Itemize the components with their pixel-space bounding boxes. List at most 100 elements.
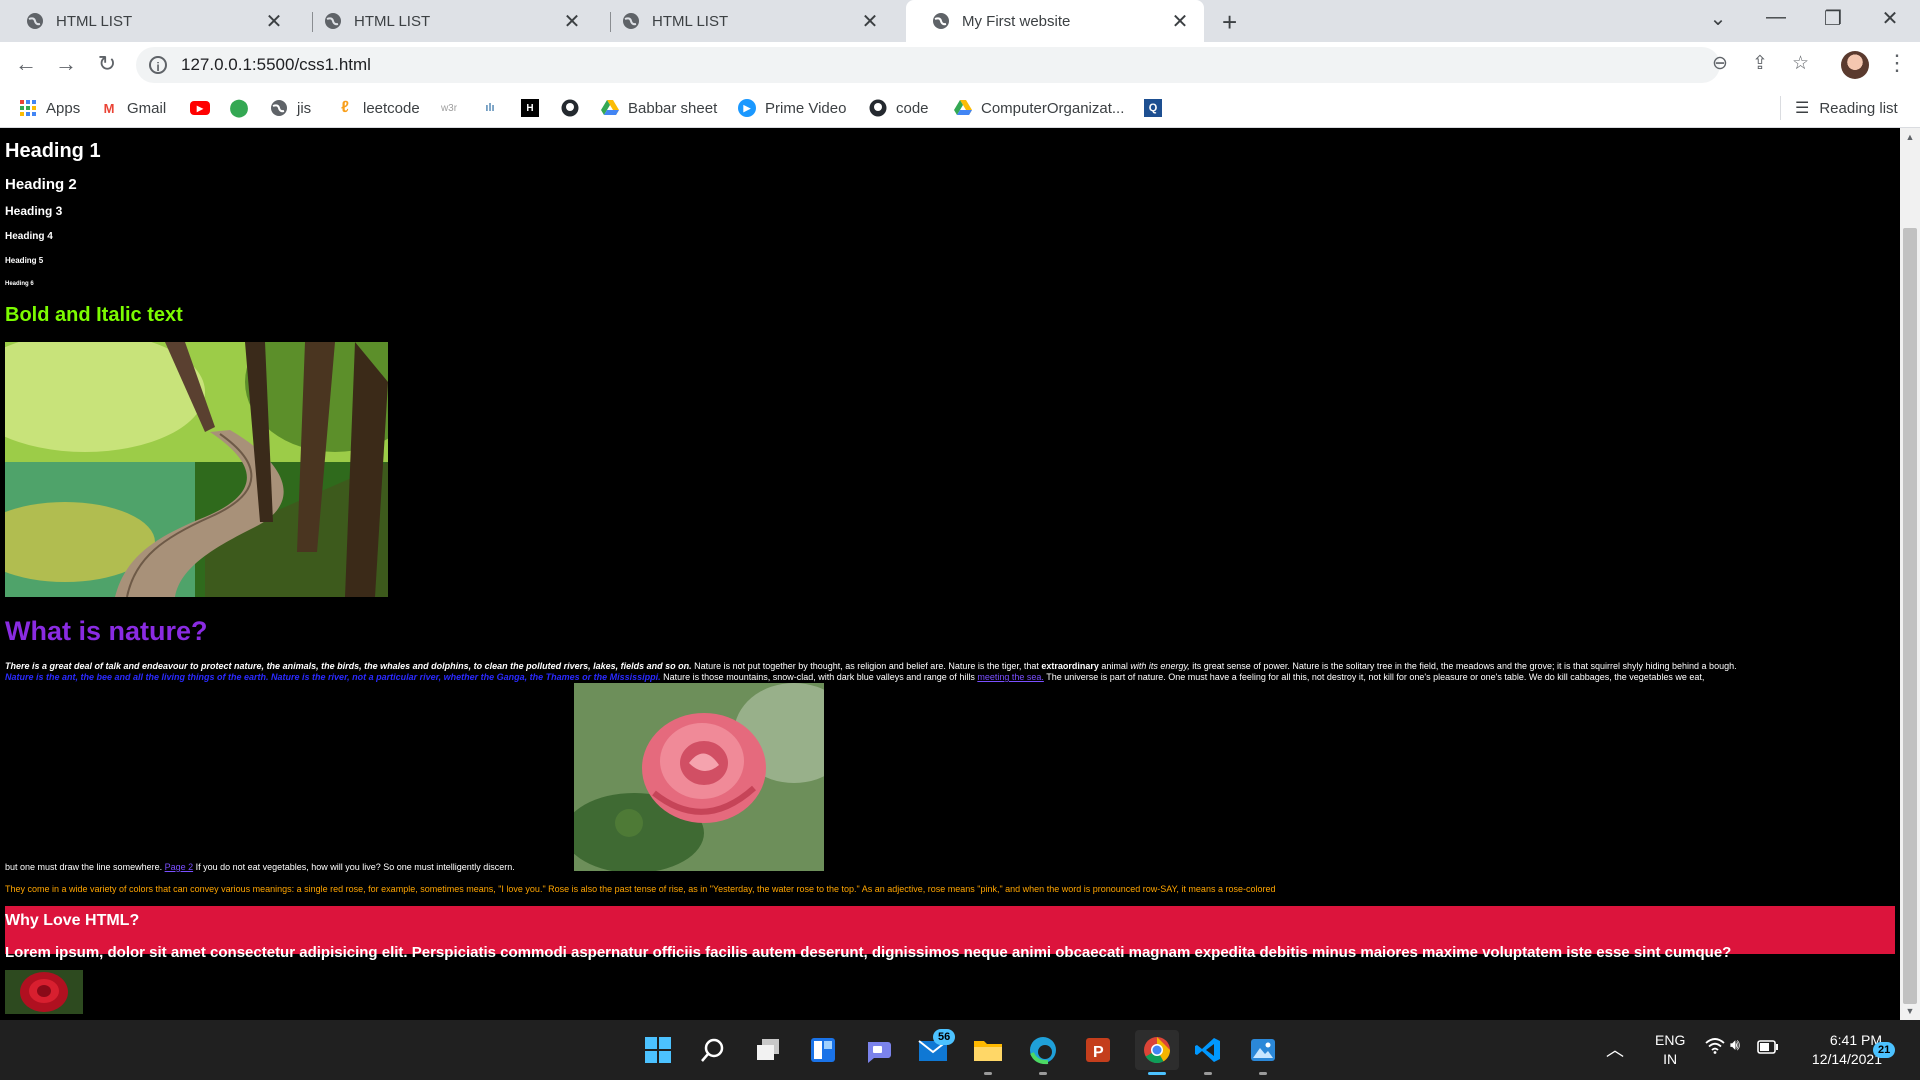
show-hidden-icons-icon[interactable]: ︿ (1606, 1036, 1624, 1062)
tab-my-first-website[interactable]: My First website ✕ (906, 0, 1204, 42)
bookmark-babbar-sheet[interactable]: Babbar sheet (601, 96, 717, 120)
forest-boardwalk-image (5, 342, 388, 597)
more-menu-icon[interactable]: ⋮ (1886, 50, 1908, 76)
bookmark-label: Gmail (127, 99, 167, 117)
clock[interactable]: 6:41 PM 12/14/2021 (1794, 1031, 1882, 1069)
w3schools-icon: w3r (440, 102, 458, 114)
scroll-down-arrow-icon[interactable]: ▼ (1900, 1002, 1920, 1020)
bookmark-label: Apps (46, 99, 81, 117)
task-view-icon[interactable] (750, 1032, 786, 1068)
scroll-up-arrow-icon[interactable]: ▲ (1900, 128, 1920, 146)
svg-text:P: P (1093, 1044, 1104, 1061)
why-love-html-section: Why Love HTML? Lorem ipsum, dolor sit am… (5, 906, 1895, 961)
address-bar[interactable]: i 127.0.0.1:5500/css1.html (136, 47, 1720, 83)
search-icon[interactable] (695, 1032, 731, 1068)
bookmark-jis[interactable]: jis (270, 96, 311, 120)
bookmark-w3schools[interactable]: w3r (440, 96, 467, 120)
tab-title: HTML LIST (56, 12, 133, 30)
heading-5: Heading 5 (5, 256, 44, 265)
bookmark-gmail[interactable]: M Gmail (100, 96, 167, 120)
edge-icon[interactable] (1025, 1032, 1061, 1068)
codechef-icon: ılı (485, 102, 495, 114)
language-indicator[interactable]: ENG IN (1655, 1031, 1685, 1069)
tab-title: My First website (962, 12, 1071, 30)
tab-html-list-2[interactable]: HTML LIST ✕ (298, 0, 596, 42)
volume-icon[interactable]: 🔊︎ (1730, 1037, 1740, 1055)
line-text: If you do not eat vegetables, how will y… (193, 862, 515, 872)
bookmark-computer-organization[interactable]: ComputerOrganizat... (954, 96, 1124, 120)
language-code: ENG (1655, 1032, 1686, 1048)
maps-icon: ⬤ (229, 98, 249, 117)
tab-title: HTML LIST (354, 12, 431, 30)
bookmark-leetcode[interactable]: ℓ leetcode (336, 96, 420, 120)
scroll-thumb[interactable] (1903, 228, 1917, 1004)
google-drive-icon (954, 99, 972, 117)
teams-chat-icon[interactable] (860, 1032, 896, 1068)
nature-text: animal (1098, 661, 1131, 671)
reload-button[interactable]: ↻ (93, 51, 121, 77)
globe-icon (325, 13, 341, 29)
hackerrank-icon: H (521, 99, 539, 117)
running-indicator (984, 1072, 992, 1075)
bookmark-apps[interactable]: Apps (19, 96, 80, 120)
page-2-link[interactable]: Page 2 (165, 862, 194, 872)
bookmark-star-icon[interactable]: ☆ (1792, 52, 1809, 75)
close-window-button[interactable]: ✕ (1870, 6, 1910, 31)
reading-list-label: Reading list (1819, 99, 1898, 117)
windows-start-icon[interactable] (640, 1032, 676, 1068)
heading-4: Heading 4 (5, 231, 53, 242)
heading-2: Heading 2 (5, 176, 77, 193)
info-icon[interactable]: i (149, 56, 167, 74)
bookmark-prime-video[interactable]: ▶ Prime Video (738, 96, 846, 120)
zoom-icon[interactable]: ⊖ (1712, 52, 1728, 75)
profile-avatar[interactable] (1841, 51, 1869, 79)
page-2-line: but one must draw the line somewhere. Pa… (5, 862, 515, 872)
back-button[interactable]: ← (12, 51, 40, 77)
prime-video-icon: ▶ (738, 99, 756, 117)
bookmark-code[interactable]: code (869, 96, 929, 120)
chrome-icon[interactable] (1135, 1030, 1179, 1070)
bookmark-maps[interactable]: ⬤ (229, 96, 257, 120)
nature-emphasis: with its energy, (1130, 661, 1190, 671)
vscode-icon[interactable] (1190, 1032, 1226, 1068)
bookmarks-bar: Apps M Gmail ▶ ⬤ jis ℓ leetcode w3r ılı … (0, 88, 1920, 128)
new-tab-button[interactable]: + (1222, 7, 1237, 38)
bookmark-github[interactable] (561, 96, 588, 120)
widgets-icon[interactable] (805, 1032, 841, 1068)
heading-3: Heading 3 (5, 204, 63, 218)
bookmark-search-app[interactable]: Q (1144, 96, 1171, 120)
close-icon[interactable]: ✕ (264, 9, 284, 34)
share-icon[interactable]: ⇪ (1752, 52, 1768, 75)
photos-icon[interactable] (1245, 1032, 1281, 1068)
close-icon[interactable]: ✕ (1170, 9, 1190, 34)
notification-badge[interactable]: 21 (1873, 1042, 1895, 1058)
windows-taskbar: 56 P ︿ ENG IN 🔊︎ 6:41 PM 12/14/2021 21 (0, 1020, 1920, 1080)
tab-html-list-3[interactable]: HTML LIST ✕ (596, 0, 894, 42)
reading-list-button[interactable]: ☰ Reading list (1780, 96, 1898, 120)
close-icon[interactable]: ✕ (860, 9, 880, 34)
close-icon[interactable]: ✕ (562, 9, 582, 34)
minimize-button[interactable]: — (1756, 6, 1796, 29)
powerpoint-icon[interactable]: P (1080, 1032, 1116, 1068)
tab-title: HTML LIST (652, 12, 729, 30)
nature-text: its great sense of power. Nature is the … (1189, 661, 1737, 671)
tab-search-icon[interactable]: ⌄ (1698, 6, 1738, 31)
apps-grid-icon (19, 99, 37, 117)
tab-html-list-1[interactable]: HTML LIST ✕ (0, 0, 298, 42)
page-scrollbar[interactable]: ▲ ▼ (1900, 128, 1920, 1020)
extraordinary-text: extraordinary (1041, 661, 1099, 671)
wifi-icon[interactable] (1705, 1038, 1725, 1059)
bookmark-codechef[interactable]: ılı (481, 96, 508, 120)
forward-button[interactable]: → (52, 51, 80, 77)
restore-button[interactable]: ❐ (1813, 6, 1853, 31)
bookmark-youtube[interactable]: ▶ (190, 96, 219, 120)
bookmark-hackerrank[interactable]: H (521, 96, 548, 120)
google-drive-icon (601, 99, 619, 117)
lorem-ipsum-text: Lorem ipsum, dolor sit amet consectetur … (5, 944, 1732, 961)
battery-icon[interactable] (1757, 1040, 1779, 1057)
meeting-the-sea-link[interactable]: meeting the sea. (977, 672, 1044, 682)
running-indicator (1259, 1072, 1267, 1075)
system-tray: ︿ ENG IN 🔊︎ 6:41 PM 12/14/2021 21 (1600, 1020, 1920, 1080)
gmail-icon: M (103, 100, 115, 116)
file-explorer-icon[interactable] (970, 1032, 1006, 1068)
